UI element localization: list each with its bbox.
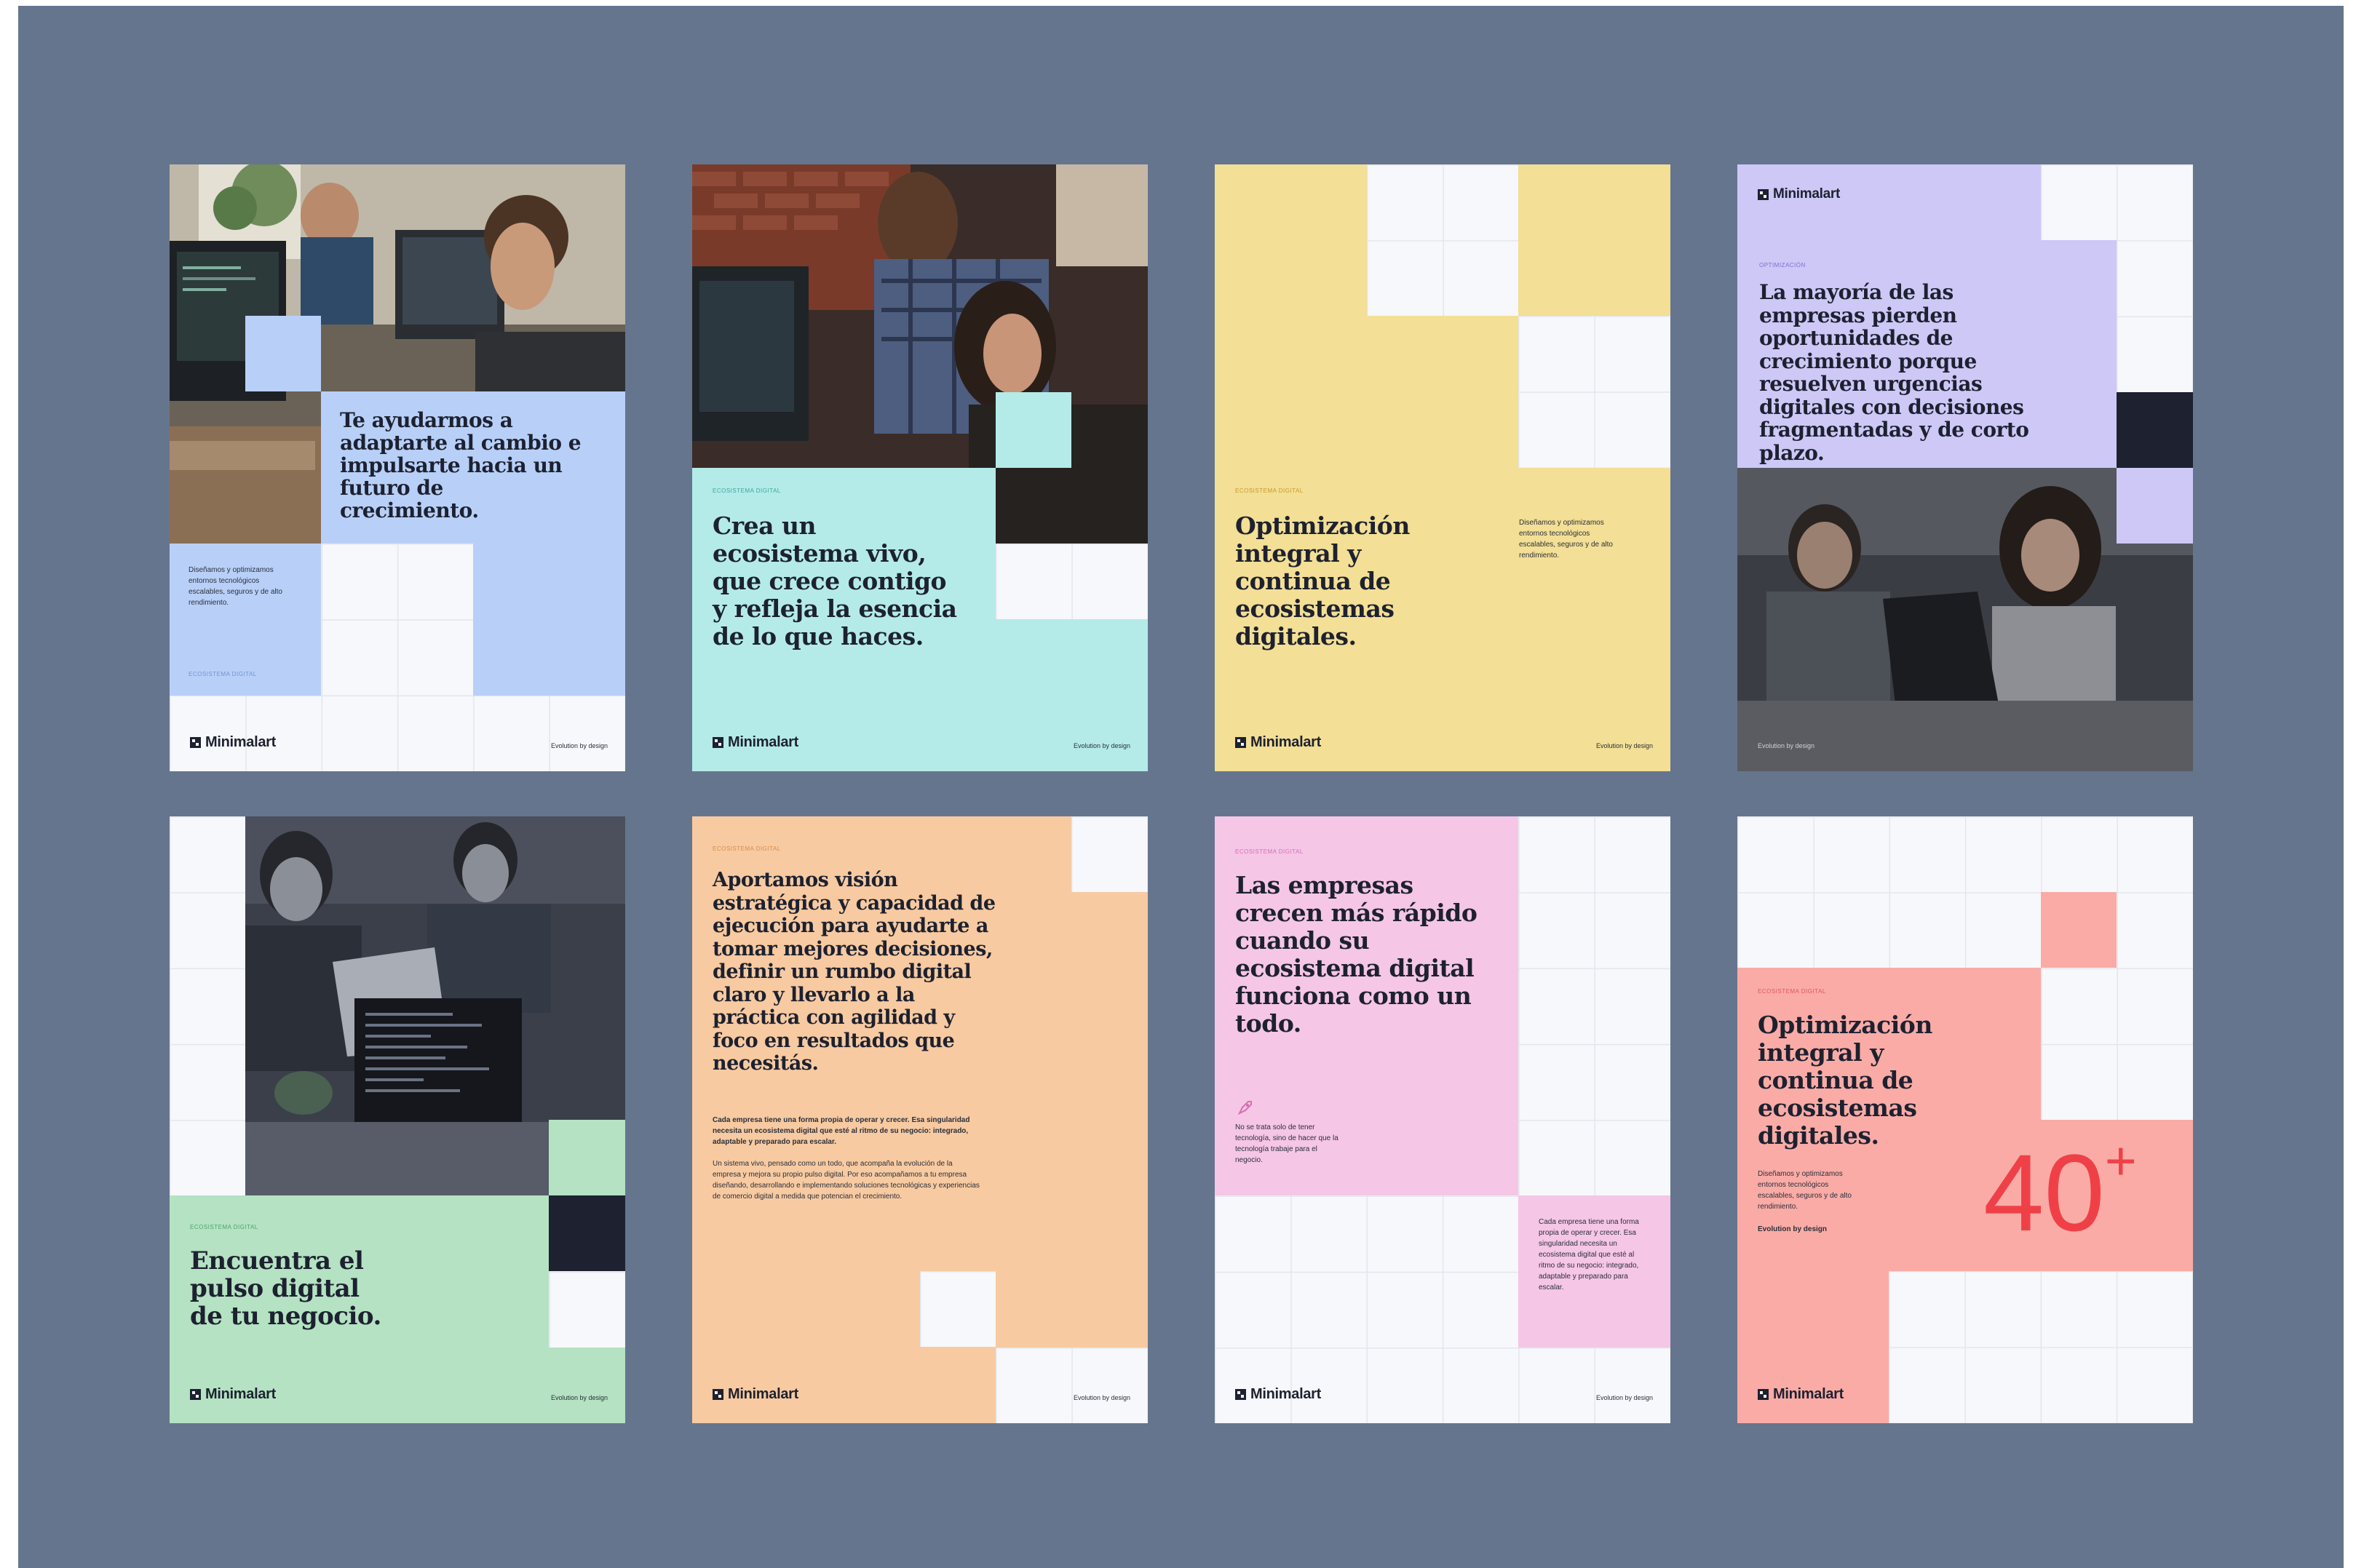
eyebrow-label: Ecosistema digital — [713, 487, 781, 494]
logo-icon — [1235, 1389, 1246, 1400]
brand-tagline: Evolution by design — [1073, 742, 1130, 749]
green-square-lower — [549, 1348, 625, 1423]
logo-icon — [1758, 1389, 1769, 1400]
body-text-bold: Cada empresa tiene una forma propia de o… — [713, 1116, 970, 1146]
brand-logo: Minimalart — [1235, 1386, 1321, 1403]
brand-tagline: Evolution by design — [550, 1394, 608, 1401]
blue-square-small — [245, 316, 321, 391]
brand-logo: Minimalart — [713, 734, 798, 751]
headline: Aportamos visión estratégica y capacidad… — [713, 869, 996, 1075]
grid-column-right — [2117, 164, 2193, 392]
brand-logo-top: Minimalart — [1758, 186, 1840, 202]
grid-square-top — [1367, 164, 1518, 316]
logo-icon — [190, 737, 201, 748]
logo-icon — [713, 1389, 723, 1400]
grid-area-bottom — [996, 1348, 1148, 1423]
eyebrow-label: Ecosistema digital — [190, 1224, 258, 1230]
headline: Optimización integral y continua de ecos… — [1235, 512, 1410, 650]
grid-area — [996, 544, 1148, 619]
green-square — [549, 1120, 625, 1195]
side-text: Cada empresa tiene una forma propia de o… — [1539, 1218, 1639, 1292]
logo-icon — [1235, 737, 1246, 748]
headline: Te ayudarmos a adaptarte al cambio e imp… — [340, 408, 582, 522]
poster-card-6: Ecosistema digital Aportamos visión estr… — [692, 816, 1148, 1423]
dark-square — [549, 1195, 625, 1271]
logo-icon — [190, 1389, 201, 1400]
dark-square — [2117, 392, 2193, 468]
body-text: Diseñamos y optimizamos entornos tecnoló… — [1758, 1170, 1852, 1211]
brand-tagline: Evolution by design — [550, 742, 608, 749]
tagline-text: Evolution by design — [1758, 1225, 1828, 1233]
eyebrow-label: Optimización — [1759, 262, 1806, 268]
headline: La mayoría de las empresas pierden oport… — [1759, 280, 2029, 465]
brand-logo: Minimalart — [713, 1386, 798, 1403]
brand-logo: Minimalart — [1235, 734, 1321, 751]
logo-icon — [1758, 188, 1769, 200]
grid-square-right — [1518, 316, 1670, 468]
grid-square-mid — [920, 1271, 996, 1347]
eyebrow-label: Ecosistema digital — [1758, 988, 1826, 995]
eyebrow-label: Ecosistema digital — [713, 845, 781, 852]
headline: Las empresas crecen más rápido cuando su… — [1235, 871, 1478, 1038]
poster-card-7: Ecosistema digital Las empresas crecen m… — [1215, 816, 1670, 1423]
body-text: Un sistema vivo, pensado como un todo, q… — [713, 1160, 980, 1201]
brand-tagline: Evolution by design — [1595, 742, 1653, 749]
logo-icon — [713, 737, 723, 748]
brand-tagline: Evolution by design — [1595, 1394, 1653, 1401]
poster-card-3: Ecosistema digital Optimización integral… — [1215, 164, 1670, 771]
stat-number: 40+ — [1983, 1130, 2137, 1254]
brand-logo: Minimalart — [1758, 1386, 1844, 1403]
poster-card-4: Minimalart Optimización La mayoría de la… — [1737, 164, 2193, 771]
body-text: Diseñamos y optimizamos entornos tecnoló… — [189, 566, 282, 607]
grid-square-top — [1071, 816, 1148, 892]
poster-card-8: Ecosistema digital Optimización integral… — [1737, 816, 2193, 1423]
body-text: Diseñamos y optimizamos entornos tecnoló… — [1519, 519, 1613, 560]
cyan-square-small — [996, 392, 1071, 468]
brand-logo: Minimalart — [190, 734, 276, 751]
grid-square-top — [2041, 164, 2117, 240]
salmon-square-top — [2041, 892, 2117, 968]
headline: Optimización integral y continua de ecos… — [1758, 1011, 1932, 1150]
eyebrow-label: Ecosistema digital — [189, 671, 257, 677]
poster-card-5: Ecosistema digital Encuentra el pulso di… — [170, 816, 625, 1423]
rocket-icon — [1235, 1097, 1256, 1118]
brand-tagline: Evolution by design — [1073, 1394, 1130, 1401]
eyebrow-label: Ecosistema digital — [1235, 848, 1304, 855]
brand-logo: Minimalart — [190, 1386, 276, 1403]
grid-area-bottom — [1889, 1271, 2193, 1423]
headline: Crea un ecosistema vivo, que crece conti… — [713, 512, 957, 650]
headline: Encuentra el pulso digital de tu negocio… — [190, 1246, 381, 1331]
eyebrow-label: Ecosistema digital — [1235, 487, 1304, 494]
presentation-canvas: Te ayudarmos a adaptarte al cambio e imp… — [18, 6, 2344, 1568]
body-text: No se trata solo de tener tecnología, si… — [1235, 1123, 1338, 1164]
poster-card-2: Ecosistema digital Crea un ecosistema vi… — [692, 164, 1148, 771]
brand-tagline: Evolution by design — [1758, 742, 1815, 749]
lavender-square-small — [2117, 468, 2193, 544]
poster-card-1: Te ayudarmos a adaptarte al cambio e imp… — [170, 164, 625, 771]
blue-panel-right — [473, 544, 625, 696]
